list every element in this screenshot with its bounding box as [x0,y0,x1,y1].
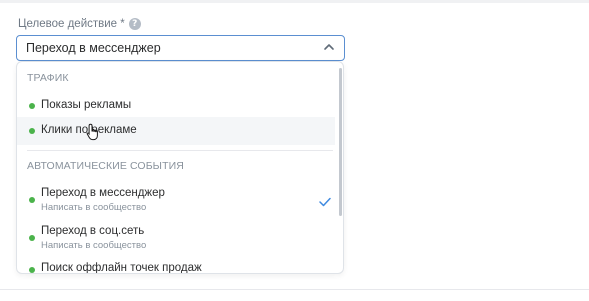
option-label: Переход в мессенджер [41,187,165,199]
option-social-network-transition[interactable]: Переход в соц.сеть Написать в сообщество [17,218,335,254]
green-dot-icon [29,128,35,134]
checkmark-icon [319,197,331,207]
option-label: Показы рекламы [41,99,132,111]
green-dot-icon [29,235,35,241]
option-offline-points-search[interactable]: Поиск оффлайн точек продаж [17,256,335,274]
target-action-select[interactable]: Переход в мессенджер [16,35,345,61]
chevron-up-icon[interactable] [322,40,336,54]
option-sublabel: Написать в сообщество [41,202,147,213]
option-messenger-transition[interactable]: Переход в мессенджер Написать в сообщест… [17,180,335,216]
group-divider [27,150,333,151]
dropdown-scrollbar[interactable] [339,68,342,216]
green-dot-icon [29,197,35,203]
option-label: Поиск оффлайн точек продаж [41,262,202,274]
dropdown-menu: ТРАФИК Показы рекламы Клики по рекламе А… [16,61,344,274]
option-label: Переход в соц.сеть [41,225,145,237]
question-circle-icon[interactable]: ? [128,18,141,30]
select-value: Переход в мессенджер [26,41,161,55]
group-header-auto-events: АВТОМАТИЧЕСКИЕ СОБЫТИЯ [27,160,184,172]
green-dot-icon [29,267,35,273]
bottom-divider [0,289,589,290]
hand-pointer-cursor-icon [86,123,98,141]
option-ad-impressions[interactable]: Показы рекламы [17,92,335,120]
top-divider [0,0,589,3]
option-sublabel: Написать в сообщество [41,240,147,251]
field-label: Целевое действие * ? [18,16,141,32]
green-dot-icon [29,103,35,109]
group-header-traffic: ТРАФИК [27,72,69,84]
field-label-text: Целевое действие * [18,18,125,30]
option-ad-clicks[interactable]: Клики по рекламе [17,117,335,145]
